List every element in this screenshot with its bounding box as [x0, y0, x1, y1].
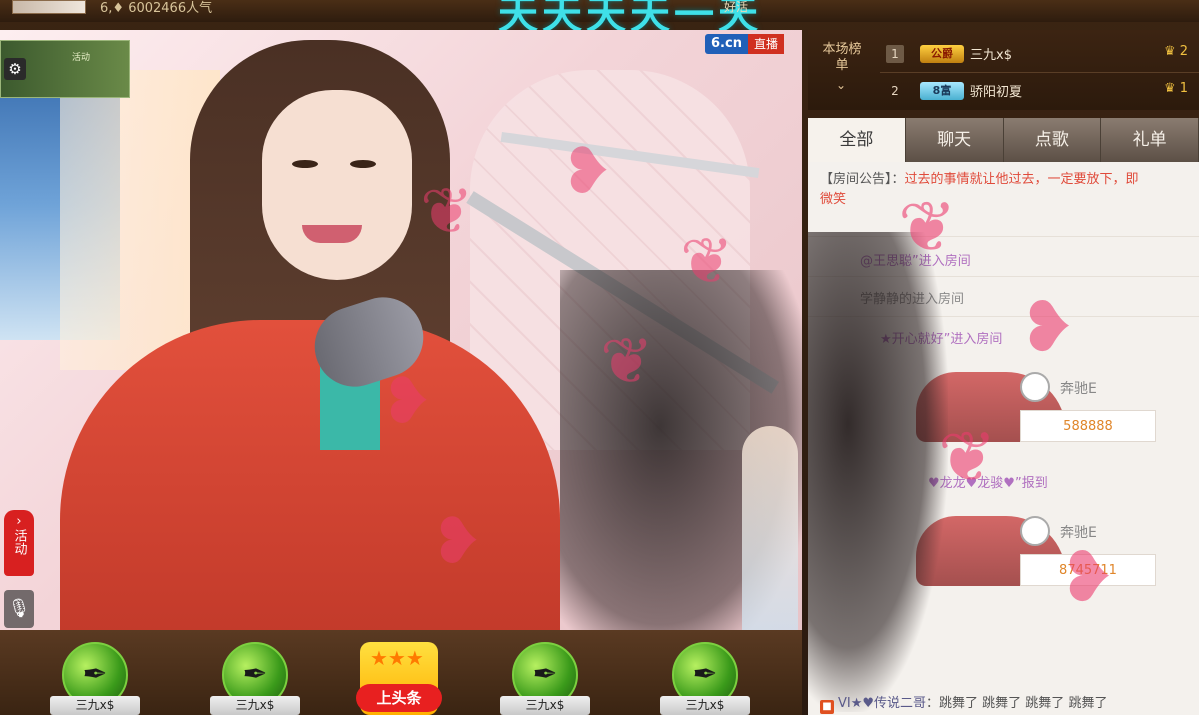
rank-name: 三九x$: [970, 48, 1012, 63]
gift-name: 三九x$: [660, 696, 750, 715]
headline-button[interactable]: ★★★ 上头条: [356, 642, 442, 715]
streamer-badge-text: 活动: [72, 53, 91, 63]
notice-text: 过去的事情就让他过去，一定要放下，即: [904, 172, 1139, 187]
tab-gift-list[interactable]: 礼单: [1101, 118, 1199, 162]
rank-coin-value: 1: [1179, 81, 1189, 96]
activity-label: 活动: [11, 529, 27, 555]
brand-badge: 6.cn 直播: [705, 34, 798, 54]
streamer-face: [262, 90, 412, 280]
notice-text-continued: 微笑: [820, 192, 847, 207]
gift-slot[interactable]: ✒ 三九x$: [210, 642, 300, 715]
headline-label: 上头条: [356, 684, 442, 712]
rank-coin-value: 2: [1179, 44, 1189, 59]
host-avatar[interactable]: [12, 0, 86, 14]
chat-username[interactable]: VI★♥传说二哥: [838, 696, 926, 711]
rank-name: 骄阳初夏: [970, 85, 1023, 100]
speaker-icon: ■: [820, 700, 834, 714]
rank-badge: 8富: [920, 82, 964, 100]
heart-effect-icon: ❦: [680, 225, 734, 299]
gift-name: 三九x$: [50, 696, 140, 715]
pen-icon: ✒: [532, 657, 558, 692]
microphone-icon[interactable]: 🎙: [4, 590, 34, 628]
ranking-row[interactable]: 2 8富 骄阳初夏 ♛ 1: [880, 78, 1199, 104]
dancing-figures-overlay: [808, 232, 948, 712]
avatar: [1020, 372, 1050, 402]
gift-bar: ✒ 三九x$ ✒ 三九x$ ★★★ 上头条 ✒ 三九x$ ✒ 三九x$: [0, 630, 802, 715]
room-header: 6,♦ 6002466人气 天天天天一天 好活: [0, 0, 1199, 38]
heart-effect-icon: ❦: [600, 325, 654, 399]
gift-card-name: 奔驰E: [1060, 381, 1097, 397]
room-notice: 【房间公告】：过去的事情就让他过去，一定要放下，即 微笑: [820, 170, 1199, 210]
live-stream-room: 6,♦ 6002466人气 天天天天一天 好活 ❦ ❥ ❦ ❥ ❦ ❥ 活动 ⚙…: [0, 0, 1199, 715]
streamer-coat: [60, 320, 560, 630]
video-player[interactable]: ❦ ❥ ❦ ❥ ❦ ❥ 活动 ⚙ 6.cn 直播 › 活动 🎙: [0, 30, 802, 630]
star-icon: ★★★: [370, 646, 424, 670]
streamer-eye-left: [292, 160, 318, 168]
chat-text: ：跳舞了 跳舞了 跳舞了 跳舞了: [926, 696, 1108, 711]
ranking-divider: [880, 72, 1199, 73]
heart-effect-icon: ❦: [898, 186, 957, 268]
chevron-right-icon: ›: [16, 514, 22, 529]
gift-slot[interactable]: ✒ 三九x$: [660, 642, 750, 715]
streamer-eye-right: [350, 160, 376, 168]
gift-slot[interactable]: ✒ 三九x$: [500, 642, 590, 715]
heart-effect-icon: ❥: [380, 365, 434, 439]
tab-chat[interactable]: 聊天: [905, 118, 1004, 162]
tab-all[interactable]: 全部: [808, 118, 906, 162]
heart-effect-icon: ❦: [938, 416, 997, 498]
ranking-panel: 本场榜单 ⌄ 1 公爵 三九x$ ♛ 2 2 8富 骄阳初夏 ♛ 1: [808, 30, 1199, 110]
ranking-row[interactable]: 1 公爵 三九x$ ♛ 2: [880, 41, 1199, 67]
tab-song-request[interactable]: 点歌: [1003, 118, 1102, 162]
coin-icon: ♛ 1: [1164, 81, 1189, 96]
gift-name: 三九x$: [210, 696, 300, 715]
heart-effect-icon: ❥: [430, 505, 484, 579]
ranking-label[interactable]: 本场榜单: [822, 42, 862, 74]
brand-logo: 6.cn: [705, 34, 748, 54]
chevron-down-icon[interactable]: ⌄: [836, 78, 846, 92]
chat-message-bottom: ■ VI★♥传说二哥：跳舞了 跳舞了 跳舞了 跳舞了: [820, 692, 1107, 714]
rank-number: 1: [886, 45, 904, 63]
notice-tag: 【房间公告】：: [820, 172, 905, 187]
heart-effect-icon: ❥: [1018, 286, 1077, 368]
gift-card-number: 588888: [1020, 410, 1156, 442]
coin-icon: ♛ 2: [1164, 44, 1189, 59]
avatar: [1020, 516, 1050, 546]
gift-name: 三九x$: [500, 696, 590, 715]
gear-icon[interactable]: ⚙: [4, 58, 26, 80]
cartoon-flute-sticker: [742, 426, 798, 630]
rank-badge: 公爵: [920, 45, 964, 63]
pen-icon: ✒: [82, 657, 108, 692]
heart-effect-icon: ❦: [420, 175, 474, 249]
pen-icon: ✒: [692, 657, 718, 692]
live-label: 直播: [747, 34, 784, 54]
host-stats: 6,♦ 6002466人气: [100, 1, 213, 16]
streamer-mouth: [302, 225, 362, 243]
rank-number: 2: [891, 84, 899, 98]
gift-slot[interactable]: ✒ 三九x$: [50, 642, 140, 715]
chat-tabs: 全部 聊天 点歌 礼单: [808, 118, 1199, 162]
pen-icon: ✒: [242, 657, 268, 692]
chat-panel[interactable]: 【房间公告】：过去的事情就让他过去，一定要放下，即 微笑 @王思聪”进入房间 学…: [808, 162, 1199, 715]
heart-effect-icon: ❥: [1058, 536, 1117, 618]
header-right-label: 好活: [724, 0, 749, 14]
activity-tab[interactable]: › 活动: [4, 510, 34, 576]
heart-effect-icon: ❥: [560, 135, 614, 209]
